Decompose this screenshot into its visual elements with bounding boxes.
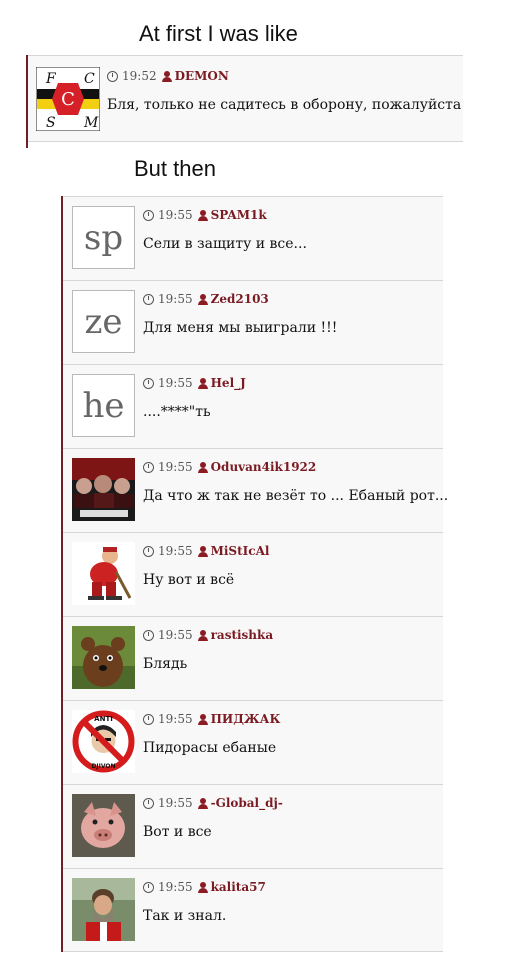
avatar[interactable]: he bbox=[72, 374, 135, 437]
user-icon bbox=[197, 377, 208, 389]
cartoon-bear-avatar bbox=[72, 626, 135, 689]
svg-text:ANTI: ANTI bbox=[94, 715, 113, 723]
comment-text: Пидорасы ебаные bbox=[143, 740, 277, 756]
hockey-player-cartoon-avatar bbox=[72, 542, 135, 605]
avatar[interactable]: C F C S M bbox=[36, 67, 100, 131]
clock-icon bbox=[143, 713, 154, 725]
comment-thread-second: sp 19:55 SPAM1k Сели в защиту и все... z… bbox=[61, 196, 448, 952]
svg-text:M: M bbox=[83, 115, 99, 131]
comment-text: Бля, только не садитесь в оборону, пожал… bbox=[107, 97, 462, 113]
caption-top: At first I was like bbox=[139, 21, 298, 46]
comment-username[interactable]: ПИДЖАК bbox=[211, 712, 281, 726]
comment-time: 19:55 bbox=[158, 460, 193, 474]
clock-icon bbox=[143, 293, 154, 305]
comment-text: ....****"ть bbox=[143, 404, 211, 420]
avatar[interactable] bbox=[72, 542, 135, 605]
comment-text: Блядь bbox=[143, 656, 188, 672]
comment-meta: 19:55 Zed2103 bbox=[143, 292, 269, 306]
comment-text: Так и знал. bbox=[143, 908, 227, 924]
avatar[interactable] bbox=[72, 458, 135, 521]
comment-text: Вот и все bbox=[143, 824, 212, 840]
avatar[interactable] bbox=[72, 626, 135, 689]
pig-photo-avatar bbox=[72, 794, 135, 857]
comment-username[interactable]: Hel_J bbox=[211, 376, 246, 390]
comment-text: Сели в защиту и все... bbox=[143, 236, 307, 252]
caption-middle: But then bbox=[134, 156, 216, 181]
comment-meta: 19:55 kalita57 bbox=[143, 880, 266, 894]
anti-sign-avatar: ANTI DJIVON bbox=[72, 710, 135, 773]
comment: ze 19:55 Zed2103 Для меня мы выиграли !!… bbox=[63, 280, 443, 364]
comment: C F C S M 19:52 DEMON Бля, только не сад… bbox=[28, 55, 463, 142]
comment: 19:55 MiStIcAl Ну вот и всё bbox=[63, 532, 443, 616]
comment-text: Для меня мы выиграли !!! bbox=[143, 320, 338, 336]
comment: 19:55 -Global_dj- Вот и все bbox=[63, 784, 443, 868]
comment: 19:55 rastishka Блядь bbox=[63, 616, 443, 700]
comment-meta: 19:55 ПИДЖАК bbox=[143, 712, 280, 726]
comment-text: Да что ж так не везёт то ... Ебаный рот.… bbox=[143, 488, 449, 504]
svg-text:F: F bbox=[45, 71, 57, 87]
user-icon bbox=[161, 70, 172, 82]
clock-icon bbox=[143, 209, 154, 221]
clock-icon bbox=[143, 881, 154, 893]
comment-username[interactable]: Oduvan4ik1922 bbox=[211, 460, 317, 474]
comment-username[interactable]: SPAM1k bbox=[211, 208, 267, 222]
comment-username[interactable]: rastishka bbox=[211, 628, 274, 642]
user-icon bbox=[197, 545, 208, 557]
comment-meta: 19:55 SPAM1k bbox=[143, 208, 267, 222]
comment-meta: 19:55 MiStIcAl bbox=[143, 544, 269, 558]
svg-text:S: S bbox=[46, 115, 56, 131]
comment-time: 19:55 bbox=[158, 292, 193, 306]
comment: ANTI DJIVON 19:55 ПИДЖАК Пидорасы ебаные bbox=[63, 700, 443, 784]
user-icon bbox=[197, 209, 208, 221]
comment-meta: 19:55 Hel_J bbox=[143, 376, 246, 390]
clock-icon bbox=[143, 377, 154, 389]
bearded-man-avatar bbox=[72, 878, 135, 941]
avatar[interactable]: ze bbox=[72, 290, 135, 353]
user-icon bbox=[197, 881, 208, 893]
comment-time: 19:55 bbox=[158, 544, 193, 558]
comment-time: 19:55 bbox=[158, 376, 193, 390]
fc-spartak-logo: C F C S M bbox=[36, 67, 100, 131]
comment-time: 19:55 bbox=[158, 208, 193, 222]
user-icon bbox=[197, 797, 208, 809]
clock-icon bbox=[143, 461, 154, 473]
comment-time: 19:52 bbox=[122, 69, 157, 83]
clock-icon bbox=[143, 629, 154, 641]
comment-username[interactable]: -Global_dj- bbox=[211, 796, 283, 810]
comment: 19:55 Oduvan4ik1922 Да что ж так не везё… bbox=[63, 448, 448, 532]
comment-username[interactable]: Zed2103 bbox=[211, 292, 269, 306]
comment-username[interactable]: MiStIcAl bbox=[211, 544, 270, 558]
clock-icon bbox=[143, 545, 154, 557]
avatar[interactable]: ANTI DJIVON bbox=[72, 710, 135, 773]
comment-meta: 19:52 DEMON bbox=[107, 69, 229, 83]
svg-text:C: C bbox=[61, 89, 75, 110]
user-icon bbox=[197, 293, 208, 305]
svg-text:C: C bbox=[84, 71, 95, 87]
comment: he 19:55 Hel_J ....****"ть bbox=[63, 364, 443, 448]
comment: 19:55 kalita57 Так и знал. bbox=[63, 868, 443, 952]
comment-username[interactable]: DEMON bbox=[175, 69, 229, 83]
comment-time: 19:55 bbox=[158, 712, 193, 726]
comment-time: 19:55 bbox=[158, 880, 193, 894]
user-icon bbox=[197, 713, 208, 725]
comment-time: 19:55 bbox=[158, 628, 193, 642]
comment-meta: 19:55 -Global_dj- bbox=[143, 796, 283, 810]
band-photo-avatar bbox=[72, 458, 135, 521]
comment-meta: 19:55 Oduvan4ik1922 bbox=[143, 460, 316, 474]
comment: sp 19:55 SPAM1k Сели в защиту и все... bbox=[63, 196, 443, 280]
clock-icon bbox=[107, 70, 118, 82]
comment-time: 19:55 bbox=[158, 796, 193, 810]
clock-icon bbox=[143, 797, 154, 809]
avatar[interactable] bbox=[72, 794, 135, 857]
user-icon bbox=[197, 461, 208, 473]
avatar[interactable]: sp bbox=[72, 206, 135, 269]
avatar[interactable] bbox=[72, 878, 135, 941]
user-icon bbox=[197, 629, 208, 641]
comment-text: Ну вот и всё bbox=[143, 572, 235, 588]
comment-username[interactable]: kalita57 bbox=[211, 880, 266, 894]
svg-text:DJIVON: DJIVON bbox=[91, 763, 115, 770]
comment-thread-first: C F C S M 19:52 DEMON Бля, только не сад… bbox=[26, 55, 463, 148]
comment-meta: 19:55 rastishka bbox=[143, 628, 273, 642]
